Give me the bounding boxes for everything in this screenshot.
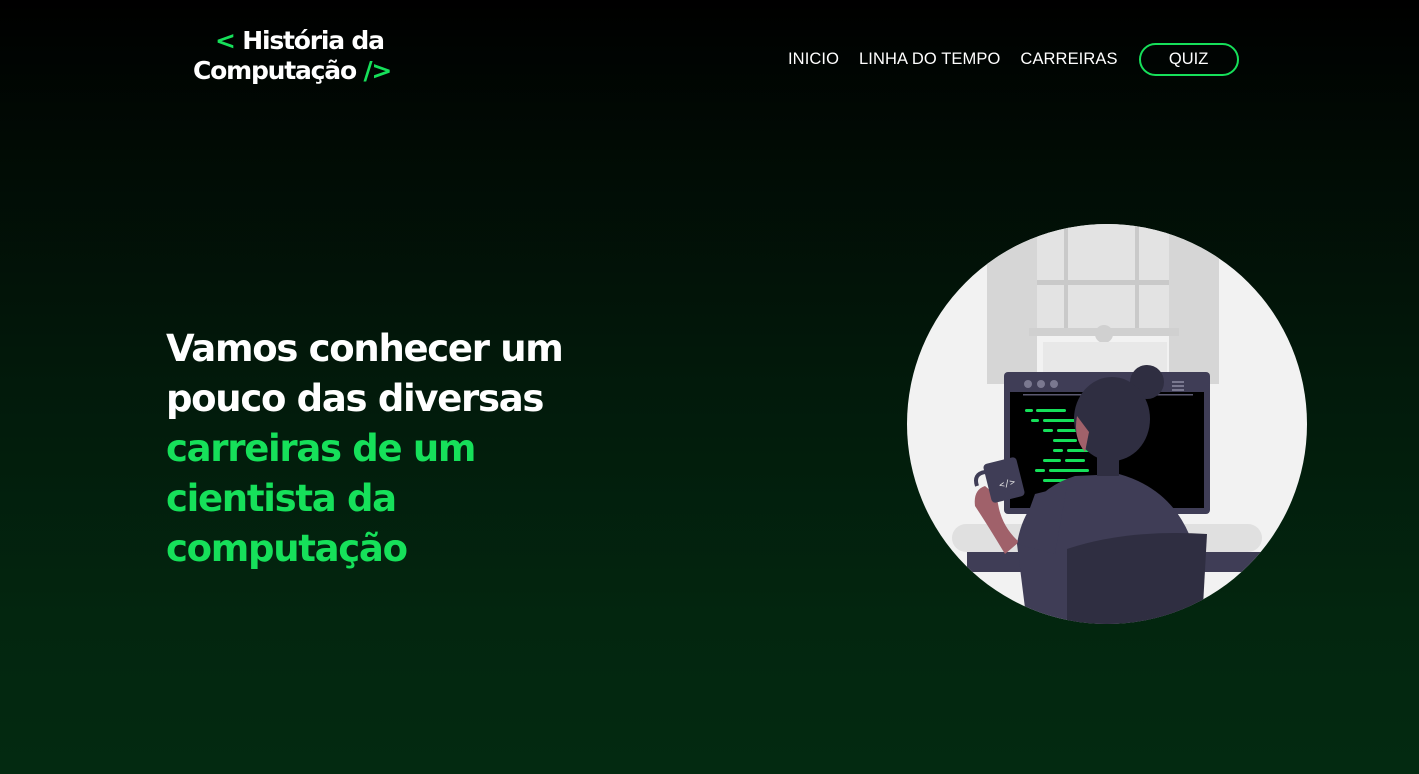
hero-line-2: pouco das diversas — [166, 377, 544, 420]
logo-text-2: Computação — [193, 56, 357, 85]
nav-link-linha-do-tempo[interactable]: LINHA DO TEMPO — [859, 50, 1000, 69]
hero-heading: Vamos conhecer um pouco das diversas car… — [166, 324, 646, 574]
window-icon — [987, 224, 1219, 384]
logo-text-1: História da — [242, 26, 385, 55]
logo-open-tag: < — [215, 26, 236, 55]
logo-close-tag: /> — [363, 56, 392, 85]
hero-line-4: cientista da — [166, 477, 397, 520]
hero-line-3: carreiras de um — [166, 427, 476, 470]
logo-line-2: Computação /> — [193, 56, 392, 86]
logo-line-1: < História da — [215, 26, 385, 56]
hero-line-1: Vamos conhecer um — [166, 327, 564, 370]
quiz-button[interactable]: QUIZ — [1138, 43, 1239, 76]
site-header: < História da Computação /> INICIO LINHA… — [0, 0, 1419, 120]
chair — [1067, 533, 1207, 624]
nav-link-inicio[interactable]: INICIO — [788, 50, 839, 69]
woman-programming-illustration: </> — [907, 224, 1307, 624]
nav-link-carreiras[interactable]: CARREIRAS — [1020, 50, 1117, 69]
illustration-svg: </> — [907, 224, 1307, 624]
hero-line-5: computação — [166, 527, 408, 570]
site-logo[interactable]: < História da Computação /> — [193, 26, 433, 92]
main-nav: INICIO LINHA DO TEMPO CARREIRAS QUIZ — [788, 43, 1239, 76]
